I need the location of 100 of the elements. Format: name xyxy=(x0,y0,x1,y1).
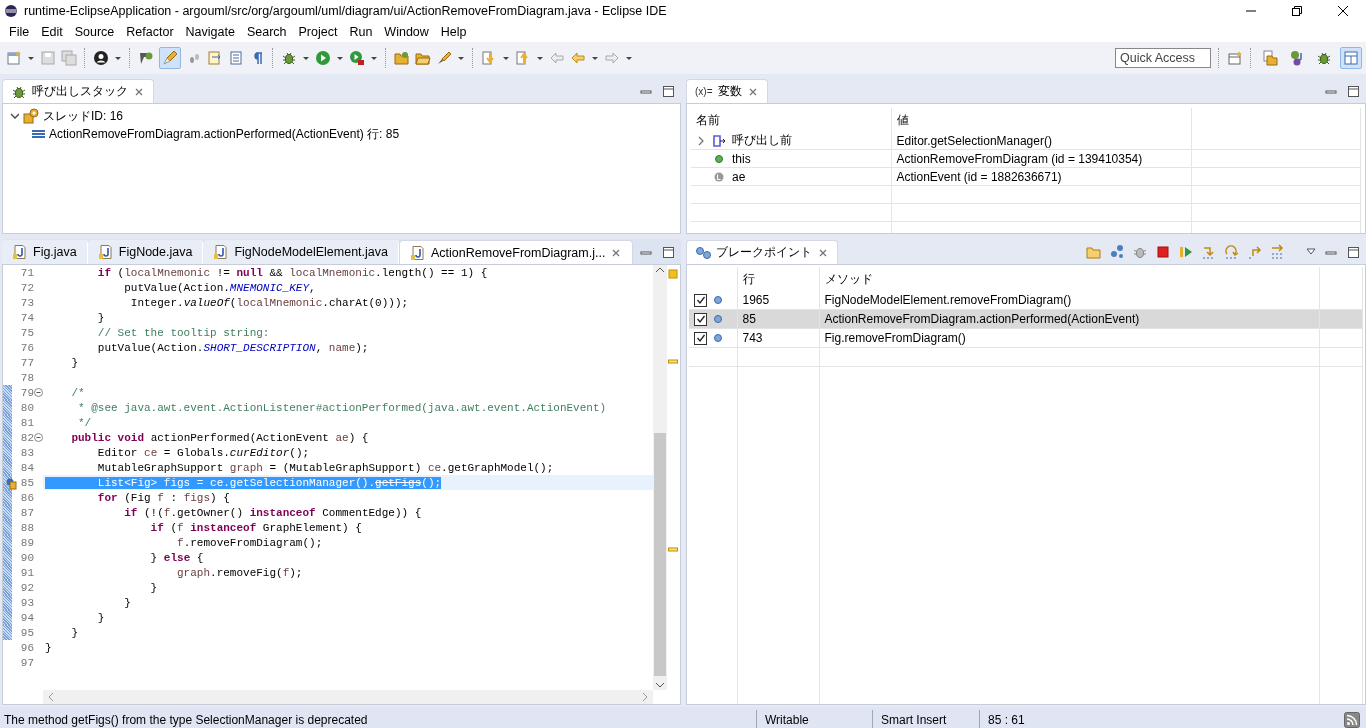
checkbox[interactable] xyxy=(694,293,707,307)
menu-item[interactable]: Project xyxy=(292,25,344,39)
caret-icon[interactable] xyxy=(625,54,633,62)
highlight-toggle[interactable] xyxy=(159,47,181,69)
chevron-right-icon[interactable] xyxy=(641,692,649,702)
stack-frame-icon xyxy=(31,128,45,140)
caret-icon[interactable] xyxy=(502,54,510,62)
column-header[interactable]: 行 xyxy=(742,271,755,286)
menu-item[interactable]: File xyxy=(3,25,36,39)
feed-icon[interactable] xyxy=(1344,712,1360,728)
menu-item[interactable]: Refactor xyxy=(120,25,180,39)
caret-icon[interactable] xyxy=(114,54,122,62)
maximize-icon[interactable] xyxy=(661,84,675,98)
view-tab[interactable]: 呼び出しスタック xyxy=(2,79,154,103)
menu-item[interactable]: Help xyxy=(434,25,473,39)
close-window-icon[interactable] xyxy=(1337,5,1349,17)
checkbox[interactable] xyxy=(694,312,707,326)
restore-window-icon[interactable] xyxy=(1291,5,1303,17)
check-icon xyxy=(695,314,706,324)
horizontal-scrollbar[interactable] xyxy=(43,690,653,704)
caret-icon[interactable] xyxy=(27,54,35,62)
new-file-icon[interactable] xyxy=(6,50,22,66)
chevron-down-icon[interactable] xyxy=(9,111,19,121)
breakpoint-icon[interactable] xyxy=(5,476,17,490)
menu-item[interactable]: Window xyxy=(378,25,435,39)
menu-item[interactable]: Source xyxy=(68,25,121,39)
folder-icon[interactable] xyxy=(1086,244,1102,260)
line-number: 86 xyxy=(19,491,34,504)
tree-item-label[interactable]: スレッドID: 16 xyxy=(43,107,123,125)
perspective-button[interactable] xyxy=(1340,47,1362,69)
menu-item[interactable]: Search xyxy=(240,25,293,39)
line-number: 88 xyxy=(19,521,34,534)
resume-icon[interactable] xyxy=(1178,244,1194,260)
document-icon[interactable] xyxy=(207,50,223,66)
breakpoint-row[interactable]: 743 Fig.removeFromDiagram() xyxy=(689,328,1363,348)
editor-tab[interactable]: Fig.java xyxy=(2,240,88,264)
menu-item[interactable]: Edit xyxy=(35,25,69,39)
folder-icon[interactable] xyxy=(415,50,431,66)
code-line: } xyxy=(70,626,78,639)
left-arrow-icon[interactable] xyxy=(570,50,586,66)
column-header[interactable]: 値 xyxy=(896,112,909,127)
chevron-right-icon[interactable] xyxy=(696,135,706,146)
step-over-icon[interactable] xyxy=(1224,244,1240,260)
stop-icon[interactable] xyxy=(1155,244,1171,260)
maximize-icon[interactable] xyxy=(661,245,675,259)
variable-name[interactable]: this xyxy=(732,151,751,166)
menu-item[interactable]: Run xyxy=(343,25,379,39)
vertical-scrollbar[interactable] xyxy=(653,265,667,690)
maximize-icon[interactable] xyxy=(1346,245,1360,259)
caret-icon[interactable] xyxy=(336,54,344,62)
pin-icon[interactable] xyxy=(138,50,154,66)
code-line: if (localMnemonic != null && localMnemonic.length() == 1) { xyxy=(96,266,488,279)
open-perspective-icon[interactable] xyxy=(1227,50,1243,66)
person-icon[interactable] xyxy=(93,50,109,66)
bug-icon[interactable] xyxy=(281,50,297,66)
layout-icon xyxy=(1343,50,1359,66)
caret-icon[interactable] xyxy=(591,54,599,62)
view-tab[interactable]: ブレークポイント xyxy=(686,240,838,264)
caret-icon[interactable] xyxy=(536,54,544,62)
overview-marker-icon[interactable] xyxy=(668,269,678,279)
folder-icon[interactable] xyxy=(394,50,410,66)
collapse-icon[interactable] xyxy=(34,388,43,397)
code-line: } xyxy=(123,596,131,609)
line-number: 97 xyxy=(19,656,34,669)
view-menu-icon[interactable] xyxy=(1306,247,1316,257)
line-number: 93 xyxy=(19,596,34,609)
drop-to-frame-icon[interactable] xyxy=(1270,244,1286,260)
tree-item-label[interactable]: ActionRemoveFromDiagram.actionPerformed(ActionEvent) 行: 85 xyxy=(49,125,400,143)
collapse-icon[interactable] xyxy=(34,433,43,442)
editor-tab[interactable]: ActionRemoveFromDiagram.j... xyxy=(399,240,634,264)
chevron-down-icon[interactable] xyxy=(654,680,666,690)
brush-icon[interactable] xyxy=(436,50,452,66)
variable-name[interactable]: 呼び出し前 xyxy=(732,132,792,149)
editor-tab[interactable]: FigNode.java xyxy=(87,240,204,264)
quick-access-field[interactable]: Quick Access xyxy=(1115,48,1211,68)
view-tab[interactable]: (x)= 変数 xyxy=(686,79,768,103)
breakpoint-row[interactable]: 1965 FigNodeModelElement.removeFromDiagram() xyxy=(689,291,1363,310)
code-line: } xyxy=(96,311,105,324)
maximize-icon[interactable] xyxy=(1346,84,1360,98)
run-tool-icon[interactable] xyxy=(349,50,365,66)
menu-item[interactable]: Navigate xyxy=(179,25,241,39)
step-into-icon[interactable] xyxy=(1201,244,1217,260)
line-number: 74 xyxy=(19,311,34,324)
overview-marker-icon[interactable] xyxy=(668,359,678,364)
step-return-icon[interactable] xyxy=(1247,244,1263,260)
checkbox[interactable] xyxy=(694,331,707,345)
editor-tab[interactable]: FigNodeModelElement.java xyxy=(203,240,399,264)
overview-marker-icon[interactable] xyxy=(668,547,678,552)
run-icon[interactable] xyxy=(315,50,331,66)
chevron-up-icon[interactable] xyxy=(654,265,666,275)
dots-icon[interactable] xyxy=(1109,244,1125,260)
column-header[interactable]: メソッド xyxy=(824,271,873,286)
variable-name[interactable]: ae xyxy=(732,169,746,184)
code-line: */ xyxy=(77,416,92,429)
caret-icon[interactable] xyxy=(370,54,378,62)
chevron-left-icon[interactable] xyxy=(47,692,55,702)
column-header[interactable]: 名前 xyxy=(696,112,720,127)
line-number: 71 xyxy=(19,266,34,279)
caret-icon[interactable] xyxy=(457,54,465,62)
caret-icon[interactable] xyxy=(302,54,310,62)
